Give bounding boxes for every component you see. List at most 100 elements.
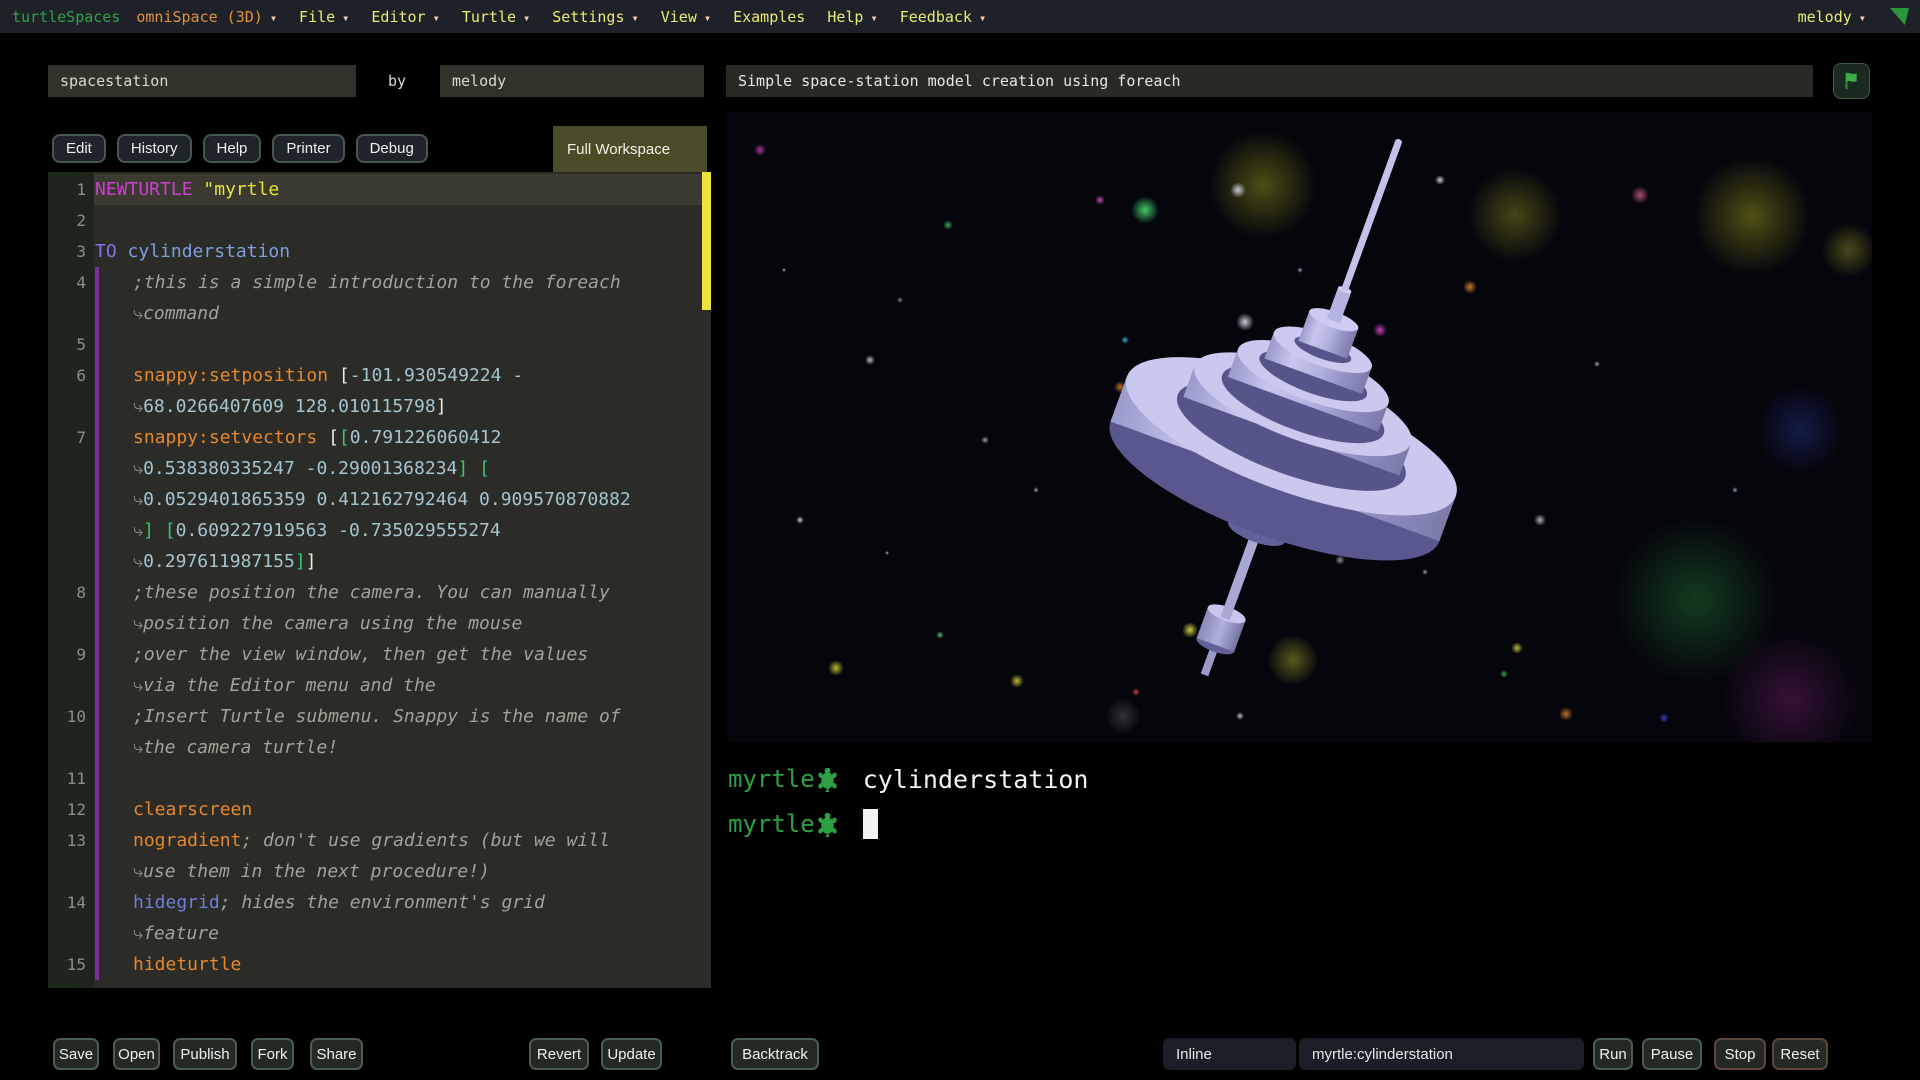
open-button[interactable]: Open: [113, 1038, 160, 1070]
console-command-text: cylinderstation: [862, 764, 1089, 794]
tab-full-workspace[interactable]: Full Workspace: [553, 126, 707, 172]
reset-button[interactable]: Reset: [1772, 1038, 1828, 1070]
line-number: 3: [76, 242, 86, 261]
tab-history[interactable]: History: [116, 134, 192, 163]
code-line[interactable]: 12 clearscreen: [48, 794, 711, 825]
wrap-marker-icon: ⤷: [133, 613, 144, 634]
menu-item-editor[interactable]: Editor: [371, 8, 439, 26]
code-text: ;Insert Turtle submenu. Snappy is the na…: [133, 706, 621, 727]
project-title-input[interactable]: [48, 65, 356, 97]
console-input-line[interactable]: myrtle: [728, 807, 878, 841]
menu-item-feedback[interactable]: Feedback: [900, 8, 986, 26]
console-prompt: myrtle: [728, 810, 815, 838]
code-line[interactable]: ⤷feature: [48, 918, 711, 949]
code-text: snappy:setvectors [[0.791226060412: [133, 427, 502, 448]
code-text: ⤷command: [133, 303, 219, 324]
menu-item-turtle[interactable]: Turtle: [462, 8, 530, 26]
code-line[interactable]: ⤷use them in the next procedure!): [48, 856, 711, 887]
tab-edit[interactable]: Edit: [52, 134, 106, 163]
code-line[interactable]: 9 ;over the view window, then get the val…: [48, 639, 711, 670]
pause-button[interactable]: Pause: [1642, 1038, 1702, 1070]
line-number: 9: [76, 645, 86, 664]
command-input[interactable]: [1299, 1038, 1584, 1070]
line-number: 4: [76, 273, 86, 292]
code-text: NEWTURTLE "myrtle: [95, 179, 280, 200]
code-editor[interactable]: 1 NEWTURTLE "myrtle 2 3 TO cylinderstation 4;…: [48, 172, 711, 988]
code-line[interactable]: 11: [48, 763, 711, 794]
user-menu[interactable]: melody: [1798, 8, 1866, 26]
description-input[interactable]: [726, 65, 1813, 97]
code-line[interactable]: ⤷via the Editor menu and the: [48, 670, 711, 701]
code-line[interactable]: ⤷0.538380335247 -0.29001368234] [: [48, 453, 711, 484]
wrap-marker-icon: ⤷: [133, 861, 144, 882]
line-number: 15: [66, 955, 86, 974]
share-button[interactable]: Share: [310, 1038, 363, 1070]
code-line[interactable]: ⤷] [0.609227919563 -0.735029555274: [48, 515, 711, 546]
turtle-icon: [817, 812, 838, 837]
indent-guide: [95, 267, 99, 980]
code-line[interactable]: 1 NEWTURTLE "myrtle: [48, 174, 711, 205]
update-button[interactable]: Update: [601, 1038, 662, 1070]
space-station-model[interactable]: [727, 112, 1872, 742]
code-text: ⤷feature: [133, 923, 219, 944]
line-number: 10: [66, 707, 86, 726]
line-number: 2: [76, 211, 86, 230]
wrap-marker-icon: ⤷: [133, 675, 144, 696]
menu-item-view[interactable]: View: [661, 8, 711, 26]
code-line[interactable]: ⤷0.0529401865359 0.412162792464 0.909570…: [48, 484, 711, 515]
wrap-marker-icon: ⤷: [133, 551, 144, 572]
backtrack-button[interactable]: Backtrack: [731, 1038, 819, 1070]
tab-help[interactable]: Help: [202, 134, 262, 163]
menu-item-settings[interactable]: Settings: [552, 8, 638, 26]
run-button[interactable]: Run: [1593, 1038, 1633, 1070]
menu-item-workspace[interactable]: omniSpace (3D): [136, 8, 277, 26]
code-line[interactable]: ⤷command: [48, 298, 711, 329]
line-number: 7: [76, 428, 86, 447]
code-line[interactable]: 4 ;this is a simple introduction to the f…: [48, 267, 711, 298]
code-line[interactable]: 10 ;Insert Turtle submenu. Snappy is the …: [48, 701, 711, 732]
stop-button[interactable]: Stop: [1714, 1038, 1766, 1070]
brand-logo[interactable]: turtleSpaces: [12, 8, 120, 26]
code-line[interactable]: ⤷68.0266407609 128.010115798]: [48, 391, 711, 422]
publish-button[interactable]: Publish: [173, 1038, 237, 1070]
wrap-marker-icon: ⤷: [133, 520, 144, 541]
inline-mode-select[interactable]: Inline: [1163, 1038, 1296, 1070]
menu-item-file[interactable]: File: [299, 8, 349, 26]
code-line[interactable]: 2: [48, 205, 711, 236]
menu-item-help[interactable]: Help: [827, 8, 877, 26]
3d-viewport[interactable]: [727, 112, 1872, 742]
tab-debug[interactable]: Debug: [355, 134, 428, 163]
code-line[interactable]: ⤷position the camera using the mouse: [48, 608, 711, 639]
code-text: ⤷68.0266407609 128.010115798]: [133, 396, 447, 417]
code-line[interactable]: ⤷the camera turtle!: [48, 732, 711, 763]
code-text: ⤷use them in the next procedure!): [133, 861, 490, 882]
revert-button[interactable]: Revert: [529, 1038, 589, 1070]
wrap-marker-icon: ⤷: [133, 489, 144, 510]
code-text: ⤷0.538380335247 -0.29001368234] [: [133, 458, 490, 479]
code-line[interactable]: 6 snappy:setposition [-101.930549224 -: [48, 360, 711, 391]
code-line[interactable]: 13 nogradient; don't use gradients (but w…: [48, 825, 711, 856]
code-text: ⤷] [0.609227919563 -0.735029555274: [133, 520, 501, 541]
code-line[interactable]: 5: [48, 329, 711, 360]
code-text: ⤷the camera turtle!: [133, 737, 339, 758]
code-line[interactable]: 15 hideturtle: [48, 949, 711, 980]
wrap-marker-icon: ⤷: [133, 396, 144, 417]
code-line[interactable]: 3 TO cylinderstation: [48, 236, 711, 267]
turtle-icon: [817, 767, 838, 792]
author-input[interactable]: [440, 65, 704, 97]
code-line[interactable]: ⤷0.297611987155]]: [48, 546, 711, 577]
menu-item-examples[interactable]: Examples: [733, 8, 805, 26]
code-line[interactable]: 14 hidegrid; hides the environment's grid: [48, 887, 711, 918]
corner-turtle-icon[interactable]: [1890, 8, 1909, 25]
fork-button[interactable]: Fork: [251, 1038, 294, 1070]
save-button[interactable]: Save: [53, 1038, 99, 1070]
tab-printer[interactable]: Printer: [272, 134, 345, 163]
editor-scrollbar[interactable]: [702, 172, 711, 310]
code-line[interactable]: 8 ;these position the camera. You can man…: [48, 577, 711, 608]
flag-button[interactable]: [1833, 63, 1870, 99]
line-number: 6: [76, 366, 86, 385]
code-text: nogradient; don't use gradients (but we …: [133, 830, 610, 851]
code-text: hidegrid; hides the environment's grid: [133, 892, 545, 913]
line-number: 11: [66, 769, 86, 788]
code-line[interactable]: 7 snappy:setvectors [[0.791226060412: [48, 422, 711, 453]
